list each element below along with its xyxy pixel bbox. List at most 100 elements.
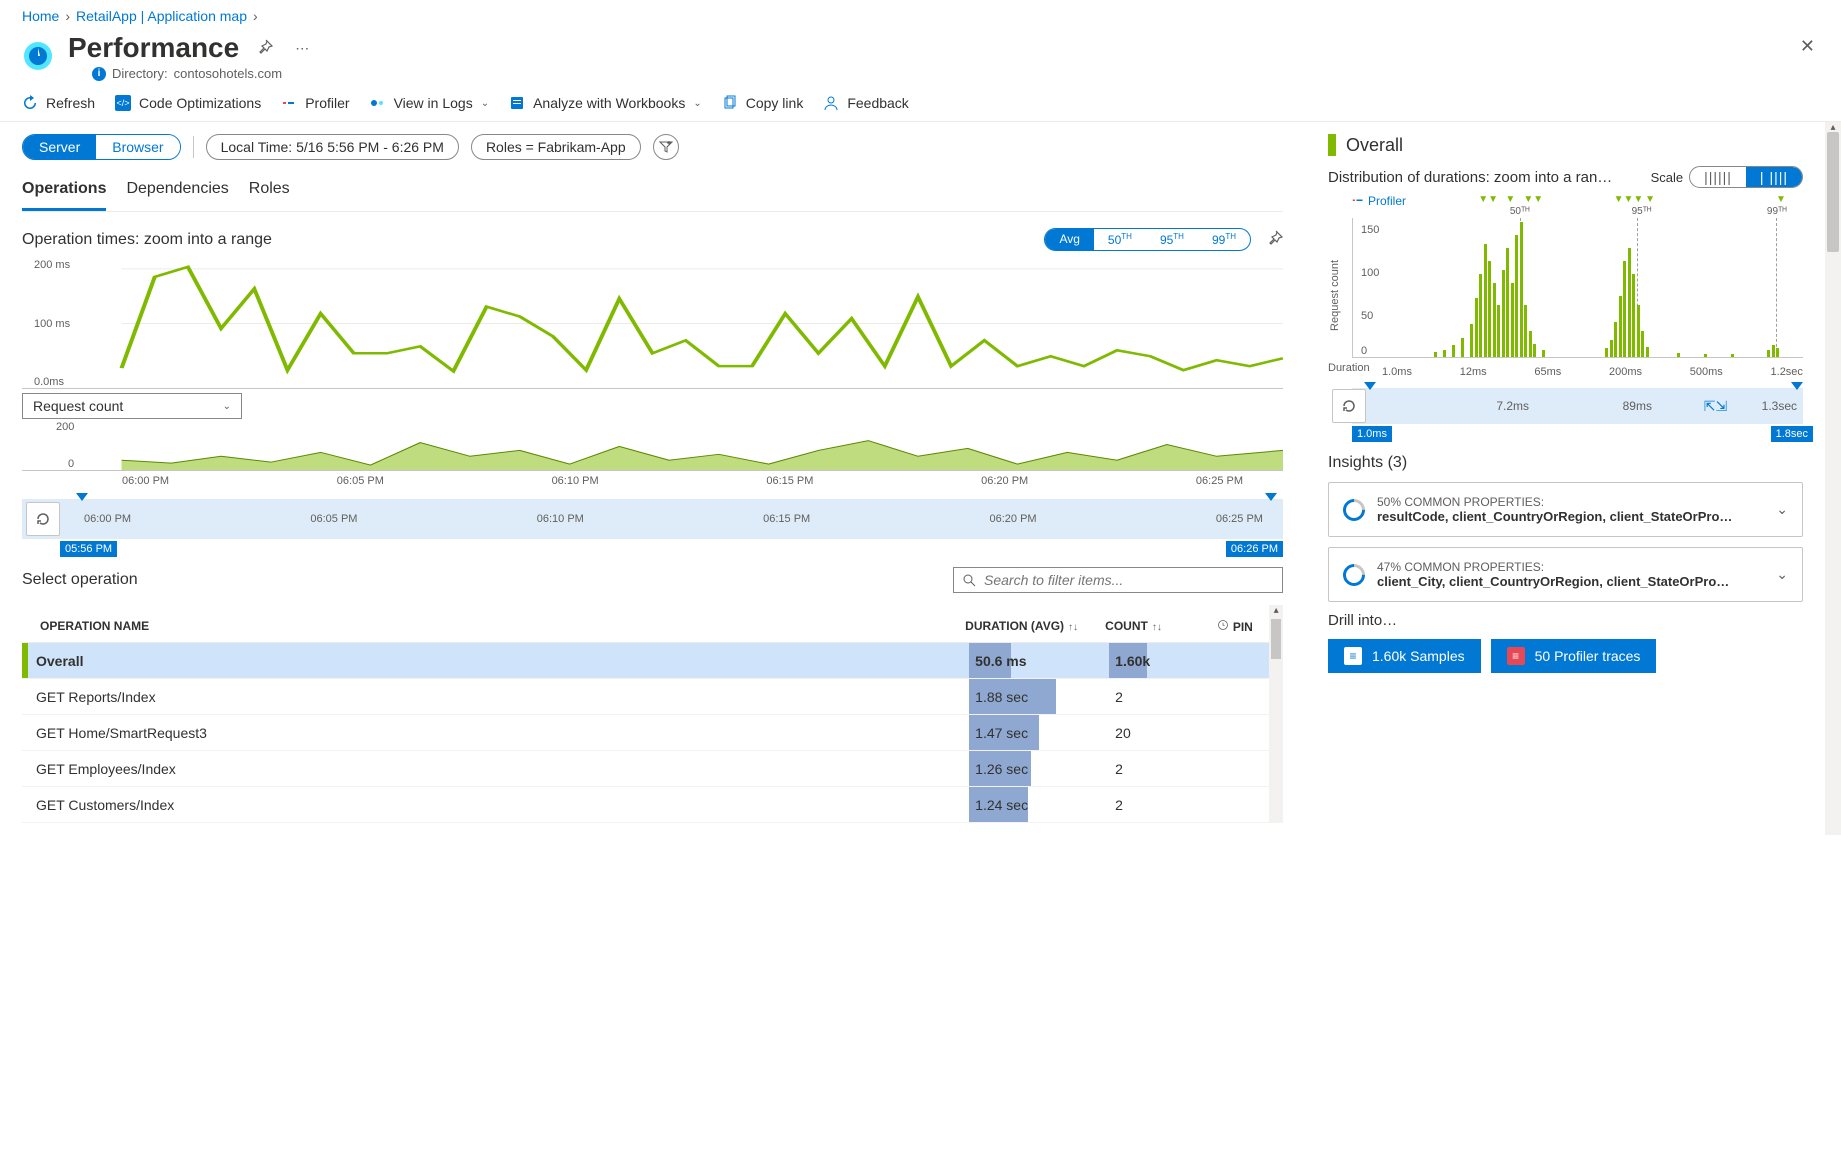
avg-pill[interactable]: Avg — [1045, 229, 1093, 250]
range-handle-start[interactable] — [1364, 382, 1376, 390]
hist-ytick: 100 — [1361, 267, 1379, 279]
time-range-slider[interactable]: 06:00 PM 06:05 PM 06:10 PM 06:15 PM 06:2… — [22, 499, 1283, 539]
collapse-icon[interactable]: ⇱⇲ — [1704, 398, 1727, 415]
pin-chart-icon[interactable] — [1267, 230, 1283, 249]
overall-label: Overall — [1346, 135, 1403, 156]
scale-log[interactable]: | |||| — [1746, 167, 1802, 187]
server-tab[interactable]: Server — [23, 135, 96, 159]
hist-bar — [1502, 270, 1505, 357]
marker-icon: ▼ — [1776, 194, 1786, 205]
more-icon[interactable]: ⋯ — [291, 36, 313, 61]
operation-times-chart[interactable]: 200 ms 100 ms 0.0ms — [22, 259, 1283, 389]
scale-linear[interactable]: |||||| — [1690, 167, 1746, 187]
view-in-logs-button[interactable]: View in Logs ⌄ — [370, 95, 490, 111]
analyze-wb-label: Analyze with Workbooks — [533, 95, 685, 111]
hist-bar — [1511, 283, 1514, 357]
count-value: 1.60k — [1109, 653, 1150, 669]
hist-bar — [1614, 322, 1617, 357]
copy-link-button[interactable]: Copy link — [722, 95, 804, 111]
range-handle-end[interactable] — [1265, 493, 1277, 501]
refresh-button[interactable]: Refresh — [22, 95, 95, 111]
insight-2-pct: 47% COMMON PROPERTIES: — [1377, 560, 1764, 574]
table-row[interactable]: GET Employees/Index 1.26 sec 2 — [22, 751, 1269, 787]
distribution-title: Distribution of durations: zoom into a r… — [1328, 169, 1612, 186]
duration-value: 1.26 sec — [969, 761, 1028, 777]
hist-xtick: 12ms — [1460, 366, 1487, 378]
col-operation-name[interactable]: OPERATION NAME — [26, 619, 965, 634]
duration-cell: 50.6 ms — [969, 643, 1109, 678]
browser-tab[interactable]: Browser — [96, 135, 179, 159]
separator — [193, 136, 194, 158]
copy-link-label: Copy link — [746, 95, 804, 111]
hist-bar — [1475, 298, 1478, 357]
slider-tick: 06:15 PM — [763, 513, 810, 525]
chevron-down-icon: ⌄ — [223, 401, 231, 412]
feedback-label: Feedback — [847, 95, 908, 111]
duration-histogram[interactable]: Request count 150 100 50 0 — [1352, 218, 1803, 358]
range-handle-end[interactable] — [1791, 382, 1803, 390]
table-scrollbar[interactable]: ▴ — [1269, 605, 1283, 823]
hist-ytick: 150 — [1361, 224, 1379, 236]
slider-tick: 06:20 PM — [990, 513, 1037, 525]
y-tick-0: 0.0ms — [34, 376, 64, 388]
breadcrumb-app[interactable]: RetailApp | Application map — [76, 8, 247, 24]
table-row[interactable]: Overall 50.6 ms 1.60k — [22, 643, 1269, 679]
hist-ytick: 50 — [1361, 310, 1373, 322]
p95-pill[interactable]: 95TH — [1146, 229, 1198, 250]
scale-label: Scale — [1651, 170, 1684, 185]
count-cell: 2 — [1109, 787, 1209, 822]
page-scrollbar[interactable]: ▴ — [1825, 122, 1841, 835]
duration-value: 1.24 sec — [969, 797, 1028, 813]
duration-range-slider[interactable]: 7.2ms 89ms 1.3sec ⇱⇲ 1.0ms 1.8sec — [1352, 388, 1803, 424]
roles-chip[interactable]: Roles = Fabrikam-App — [471, 134, 641, 160]
scroll-thumb[interactable] — [1827, 132, 1839, 252]
request-count-chart[interactable]: 200 0 — [22, 421, 1283, 471]
scroll-thumb[interactable] — [1271, 619, 1281, 659]
table-row[interactable]: GET Reports/Index 1.88 sec 2 — [22, 679, 1269, 715]
percentile-toggle: Avg 50TH 95TH 99TH — [1044, 228, 1251, 251]
profiler-label: Profiler — [305, 95, 349, 111]
profiler-traces-button[interactable]: ≡ 50 Profiler traces — [1491, 639, 1657, 673]
insight-card-1[interactable]: 50% COMMON PROPERTIES: resultCode, clien… — [1328, 482, 1803, 537]
p99-pill[interactable]: 99TH — [1198, 229, 1250, 250]
range-handle-start[interactable] — [76, 493, 88, 501]
page-header: Performance ⋯ i Directory: contosohotels… — [0, 32, 1841, 87]
profiler-link[interactable]: Profiler — [1352, 194, 1406, 208]
insight-card-2[interactable]: 47% COMMON PROPERTIES: client_City, clie… — [1328, 547, 1803, 602]
samples-button[interactable]: ≡ 1.60k Samples — [1328, 639, 1481, 673]
hist-bar — [1610, 340, 1613, 357]
col-duration[interactable]: DURATION (AVG)↑↓ — [965, 619, 1105, 634]
reset-zoom-icon[interactable] — [1332, 389, 1366, 423]
add-filter-icon[interactable] — [653, 134, 679, 160]
col-count[interactable]: COUNT↑↓ — [1105, 619, 1205, 634]
pin-icon[interactable] — [253, 35, 277, 62]
time-range-chip[interactable]: Local Time: 5/16 5:56 PM - 6:26 PM — [206, 134, 459, 160]
hist-bar — [1776, 348, 1779, 357]
donut-icon — [1338, 494, 1369, 525]
duration-value: 50.6 ms — [969, 653, 1026, 669]
search-field[interactable] — [984, 572, 1274, 588]
marker-icon: ▼▼ — [1523, 194, 1543, 205]
search-operations-input[interactable] — [953, 567, 1283, 593]
close-icon[interactable]: ✕ — [1796, 32, 1819, 61]
profiler-button[interactable]: Profiler — [281, 95, 349, 111]
code-optimizations-button[interactable]: </> Code Optimizations — [115, 95, 261, 111]
breadcrumb-home[interactable]: Home — [22, 8, 59, 24]
scroll-up-icon[interactable]: ▴ — [1269, 605, 1283, 616]
reset-zoom-icon[interactable] — [26, 502, 60, 536]
logs-icon — [370, 95, 386, 111]
feedback-button[interactable]: Feedback — [823, 95, 908, 111]
x-tick: 06:00 PM — [122, 475, 169, 487]
tab-operations[interactable]: Operations — [22, 174, 106, 211]
duration-cell: 1.88 sec — [969, 679, 1109, 714]
request-count-dropdown[interactable]: Request count ⌄ — [22, 393, 242, 419]
p50-pill[interactable]: 50TH — [1094, 229, 1146, 250]
insight-2-desc: client_City, client_CountryOrRegion, cli… — [1377, 574, 1737, 589]
analyze-workbooks-button[interactable]: Analyze with Workbooks ⌄ — [509, 95, 702, 111]
duration-value: 1.88 sec — [969, 689, 1028, 705]
table-row[interactable]: GET Customers/Index 1.24 sec 2 — [22, 787, 1269, 823]
tab-dependencies[interactable]: Dependencies — [126, 174, 228, 211]
table-row[interactable]: GET Home/SmartRequest3 1.47 sec 20 — [22, 715, 1269, 751]
tab-roles[interactable]: Roles — [249, 174, 290, 211]
chart-header: Operation times: zoom into a range Avg 5… — [22, 228, 1283, 251]
